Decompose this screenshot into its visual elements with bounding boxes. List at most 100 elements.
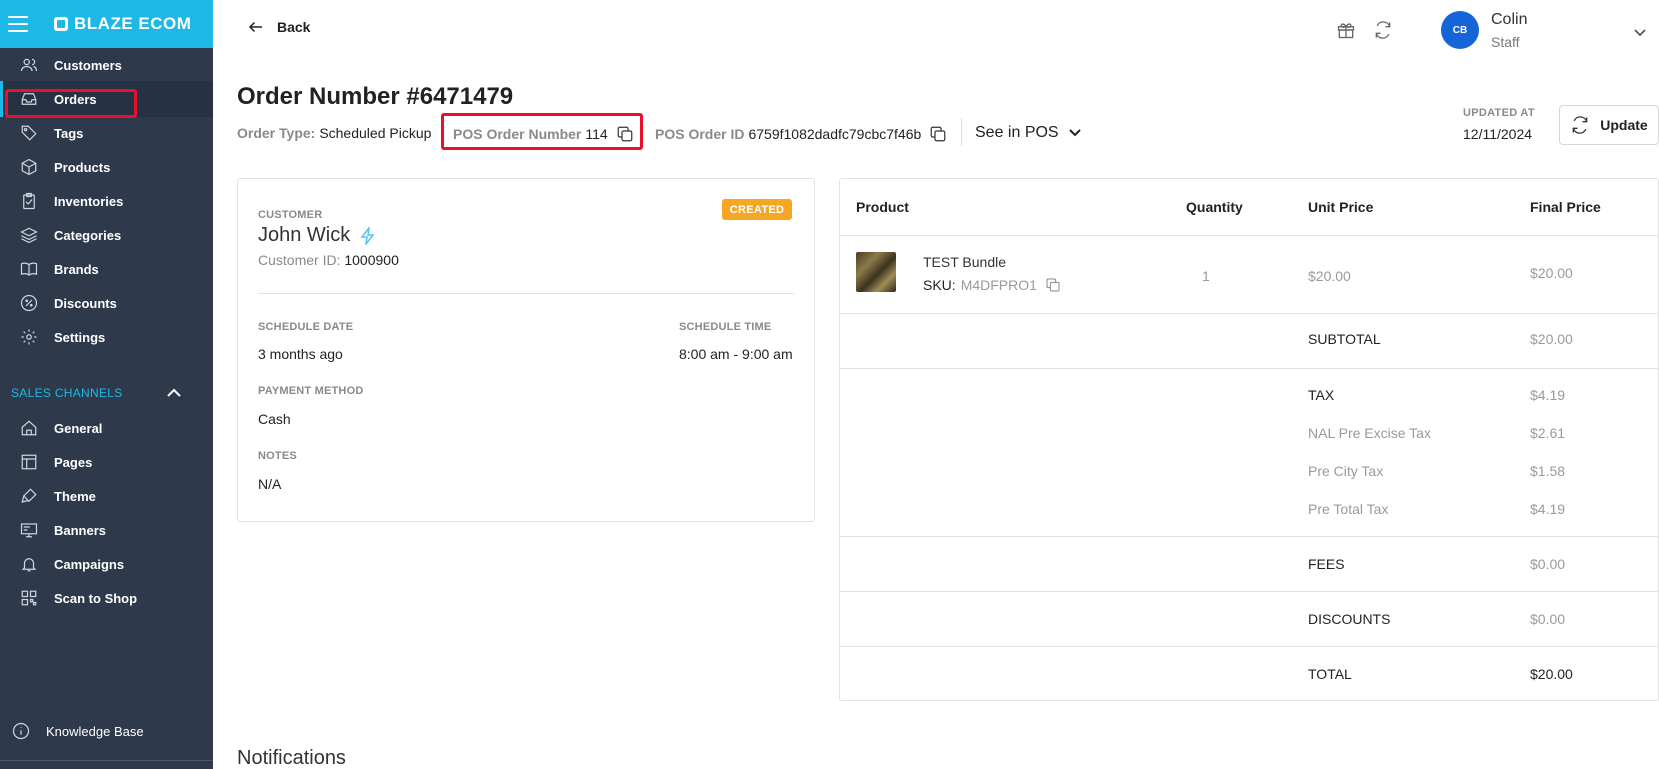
see-in-pos-dropdown[interactable]: See in POS xyxy=(975,124,1081,142)
divider xyxy=(840,591,1658,592)
box-icon xyxy=(20,158,38,176)
header-unit-price: Unit Price xyxy=(1308,199,1374,215)
sidebar-item-label: Knowledge Base xyxy=(46,723,144,739)
sidebar-item-customers[interactable]: Customers xyxy=(0,47,213,83)
nal-tax-label: NAL Pre Excise Tax xyxy=(1308,425,1431,441)
sidebar-item-label: Banners xyxy=(54,522,107,538)
lightning-icon xyxy=(360,226,375,245)
users-icon xyxy=(20,56,38,74)
subtotal-value: $20.00 xyxy=(1530,331,1573,347)
qr-icon xyxy=(20,589,38,607)
divider xyxy=(840,536,1658,537)
pre-total-tax-label: Pre Total Tax xyxy=(1308,501,1389,517)
discounts-value: $0.00 xyxy=(1530,611,1566,627)
sidebar-item-inventories[interactable]: Inventories xyxy=(0,183,213,219)
updated-at-value: 12/11/2024 xyxy=(1463,126,1533,142)
chevron-down-icon[interactable] xyxy=(1634,24,1646,37)
total-value: $20.00 xyxy=(1530,666,1573,682)
chevron-up-icon xyxy=(167,388,181,397)
schedule-time-value: 8:00 am - 9:00 am xyxy=(679,346,793,362)
see-in-pos-label: See in POS xyxy=(975,124,1059,141)
tax-value: $4.19 xyxy=(1530,387,1566,403)
schedule-date-value: 3 months ago xyxy=(258,346,343,362)
sidebar-item-pages[interactable]: Pages xyxy=(0,444,213,480)
sidebar-item-label: Products xyxy=(54,159,111,175)
subtotal-label: SUBTOTAL xyxy=(1308,331,1381,347)
header-product: Product xyxy=(856,199,909,215)
back-button[interactable]: Back xyxy=(247,18,310,36)
sidebar-item-categories[interactable]: Categories xyxy=(0,217,213,253)
sidebar-item-scan-to-shop[interactable]: Scan to Shop xyxy=(0,580,213,616)
sales-channels-label: SALES CHANNELS xyxy=(11,386,123,400)
hamburger-menu-icon[interactable] xyxy=(8,16,28,32)
sidebar-item-brands[interactable]: Brands xyxy=(0,251,213,287)
pos-order-id: POS Order ID 6759f1082dadfc79cbc7f46b xyxy=(655,125,947,143)
user-name[interactable]: Colin xyxy=(1491,11,1527,29)
brand-logo[interactable]: BLAZE ECOM xyxy=(54,14,191,34)
avatar[interactable]: CB xyxy=(1441,11,1479,49)
customer-name[interactable]: John Wick xyxy=(258,224,376,247)
sidebar-item-label: Campaigns xyxy=(54,556,125,572)
refresh-icon[interactable] xyxy=(1373,20,1393,40)
divider xyxy=(0,760,213,761)
sidebar-item-discounts[interactable]: Discounts xyxy=(0,285,213,321)
refresh-icon xyxy=(1572,116,1588,134)
update-button[interactable]: Update xyxy=(1559,105,1659,145)
tag-icon xyxy=(20,124,38,142)
gift-icon[interactable] xyxy=(1336,20,1356,40)
divider xyxy=(840,235,1658,236)
sidebar-item-general[interactable]: General xyxy=(0,410,213,446)
product-quantity: 1 xyxy=(1202,268,1210,284)
sidebar-item-theme[interactable]: Theme xyxy=(0,478,213,514)
customer-id-label: Customer ID: xyxy=(258,252,341,268)
sidebar-item-label: General xyxy=(54,420,103,436)
sidebar-item-products[interactable]: Products xyxy=(0,149,213,185)
fees-value: $0.00 xyxy=(1530,556,1566,572)
pos-order-id-value: 6759f1082dadfc79cbc7f46b xyxy=(748,126,922,142)
brand-name: BLAZE ECOM xyxy=(74,14,192,33)
product-thumbnail xyxy=(856,252,896,292)
divider xyxy=(961,118,962,146)
sidebar-item-banners[interactable]: Banners xyxy=(0,512,213,548)
divider xyxy=(840,646,1658,647)
sku-label: SKU: xyxy=(923,277,956,293)
product-final-price: $20.00 xyxy=(1530,265,1573,281)
info-icon xyxy=(12,722,30,740)
sidebar-item-label: Settings xyxy=(54,329,106,345)
tax-label: TAX xyxy=(1308,387,1335,403)
order-type-label: Order Type: xyxy=(237,125,316,141)
sidebar-item-label: Discounts xyxy=(54,295,117,311)
divider xyxy=(840,313,1658,314)
sidebar-item-campaigns[interactable]: Campaigns xyxy=(0,546,213,582)
home-icon xyxy=(20,419,38,437)
notes-value: N/A xyxy=(258,476,282,492)
status-badge: CREATED xyxy=(722,199,792,220)
customer-id-value: 1000900 xyxy=(344,252,399,268)
sidebar-item-label: Categories xyxy=(54,227,122,243)
divider xyxy=(840,368,1658,369)
fees-label: FEES xyxy=(1308,556,1345,572)
sidebar-item-tags[interactable]: Tags xyxy=(0,115,213,151)
orders-highlight-box xyxy=(5,89,137,118)
book-icon xyxy=(20,260,38,278)
copy-icon[interactable] xyxy=(929,125,947,143)
sidebar-item-label: Brands xyxy=(54,261,99,277)
sidebar-item-knowledge-base[interactable]: Knowledge Base xyxy=(0,713,213,749)
notes-label: NOTES xyxy=(258,450,297,462)
page-title: Order Number #6471479 xyxy=(237,83,514,110)
notifications-heading: Notifications xyxy=(237,747,346,769)
city-tax-label: Pre City Tax xyxy=(1308,463,1384,479)
pages-icon xyxy=(20,453,38,471)
update-button-label: Update xyxy=(1600,117,1648,133)
sidebar-item-settings[interactable]: Settings xyxy=(0,319,213,355)
copy-icon[interactable] xyxy=(1045,277,1061,293)
product-name[interactable]: TEST Bundle xyxy=(923,254,1006,270)
clipboard-icon xyxy=(20,192,38,210)
sidebar-item-label: Tags xyxy=(54,125,84,141)
products-table: Product Quantity Unit Price Final Price … xyxy=(839,178,1659,701)
arrow-left-icon xyxy=(248,21,262,33)
layers-icon xyxy=(20,226,38,244)
sales-channels-toggle[interactable]: SALES CHANNELS xyxy=(11,386,181,400)
back-label: Back xyxy=(277,19,311,35)
order-type: Order Type: Scheduled Pickup xyxy=(237,125,431,141)
